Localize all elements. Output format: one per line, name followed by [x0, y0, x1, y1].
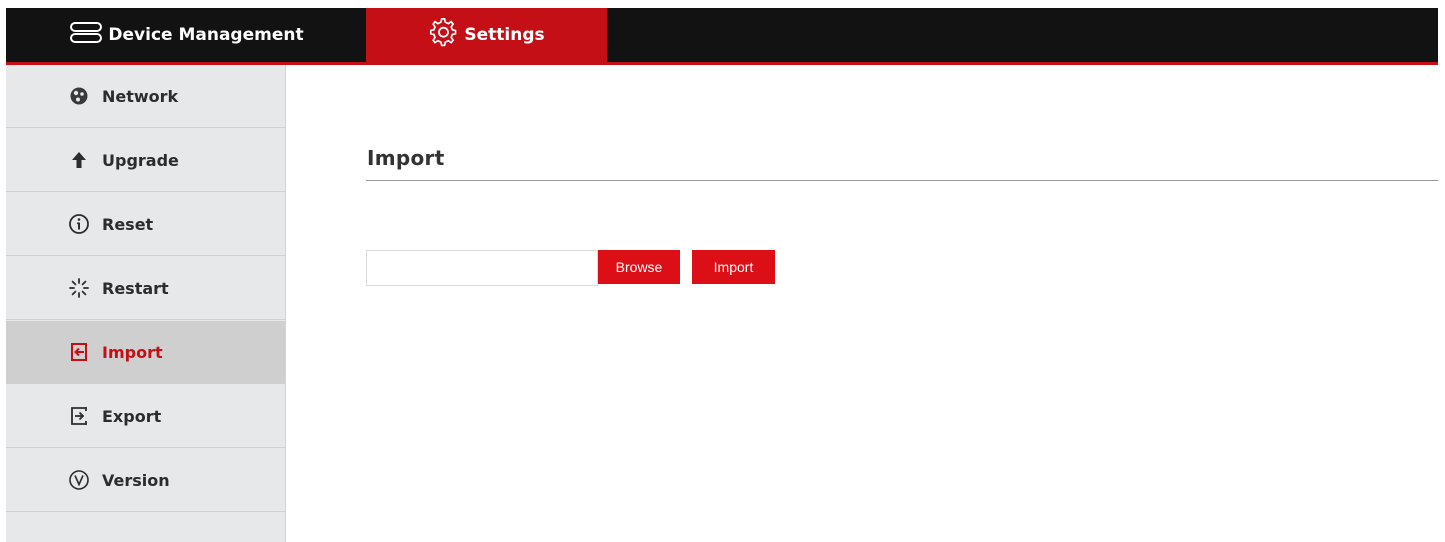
sidebar-item-export[interactable]: Export	[6, 385, 285, 448]
sidebar-item-restart[interactable]: Restart	[6, 257, 285, 320]
sidebar-item-label: Export	[102, 406, 162, 426]
title-divider	[366, 180, 1438, 181]
sidebar-item-label: Import	[102, 342, 163, 362]
sidebar-item-label: Upgrade	[102, 150, 179, 170]
sidebar-item-import[interactable]: Import	[6, 321, 285, 384]
file-path-field[interactable]	[366, 250, 598, 286]
sidebar-item-label: Network	[102, 86, 179, 106]
tab-device-management[interactable]: Device Management	[6, 8, 366, 62]
spinner-icon	[68, 277, 90, 299]
import-icon	[68, 341, 90, 363]
gear-icon	[428, 17, 464, 53]
tab-device-management-label: Device Management	[108, 25, 304, 45]
device-stack-icon	[68, 21, 108, 50]
sidebar-item-upgrade[interactable]: Upgrade	[6, 129, 285, 192]
tab-settings[interactable]: Settings	[366, 8, 607, 62]
sidebar-item-label: Reset	[102, 214, 154, 234]
tab-settings-label: Settings	[464, 25, 545, 45]
info-circle-icon	[68, 213, 90, 235]
sidebar-item-version[interactable]: Version	[6, 449, 285, 512]
export-icon	[68, 405, 90, 427]
sidebar-item-reset[interactable]: Reset	[6, 193, 285, 256]
browse-button[interactable]: Browse	[598, 250, 680, 284]
arrow-up-icon	[68, 149, 90, 171]
sidebar-item-network[interactable]: Network	[6, 65, 285, 128]
version-icon	[68, 469, 90, 491]
sidebar: Network Upgrade Reset Restart Import Exp…	[6, 65, 286, 542]
page-title: Import	[367, 146, 445, 170]
import-button[interactable]: Import	[692, 250, 775, 284]
sidebar-item-label: Restart	[102, 278, 169, 298]
network-icon	[68, 85, 90, 107]
top-navigation-bar: Device Management Settings	[6, 8, 1438, 65]
sidebar-item-label: Version	[102, 470, 170, 490]
